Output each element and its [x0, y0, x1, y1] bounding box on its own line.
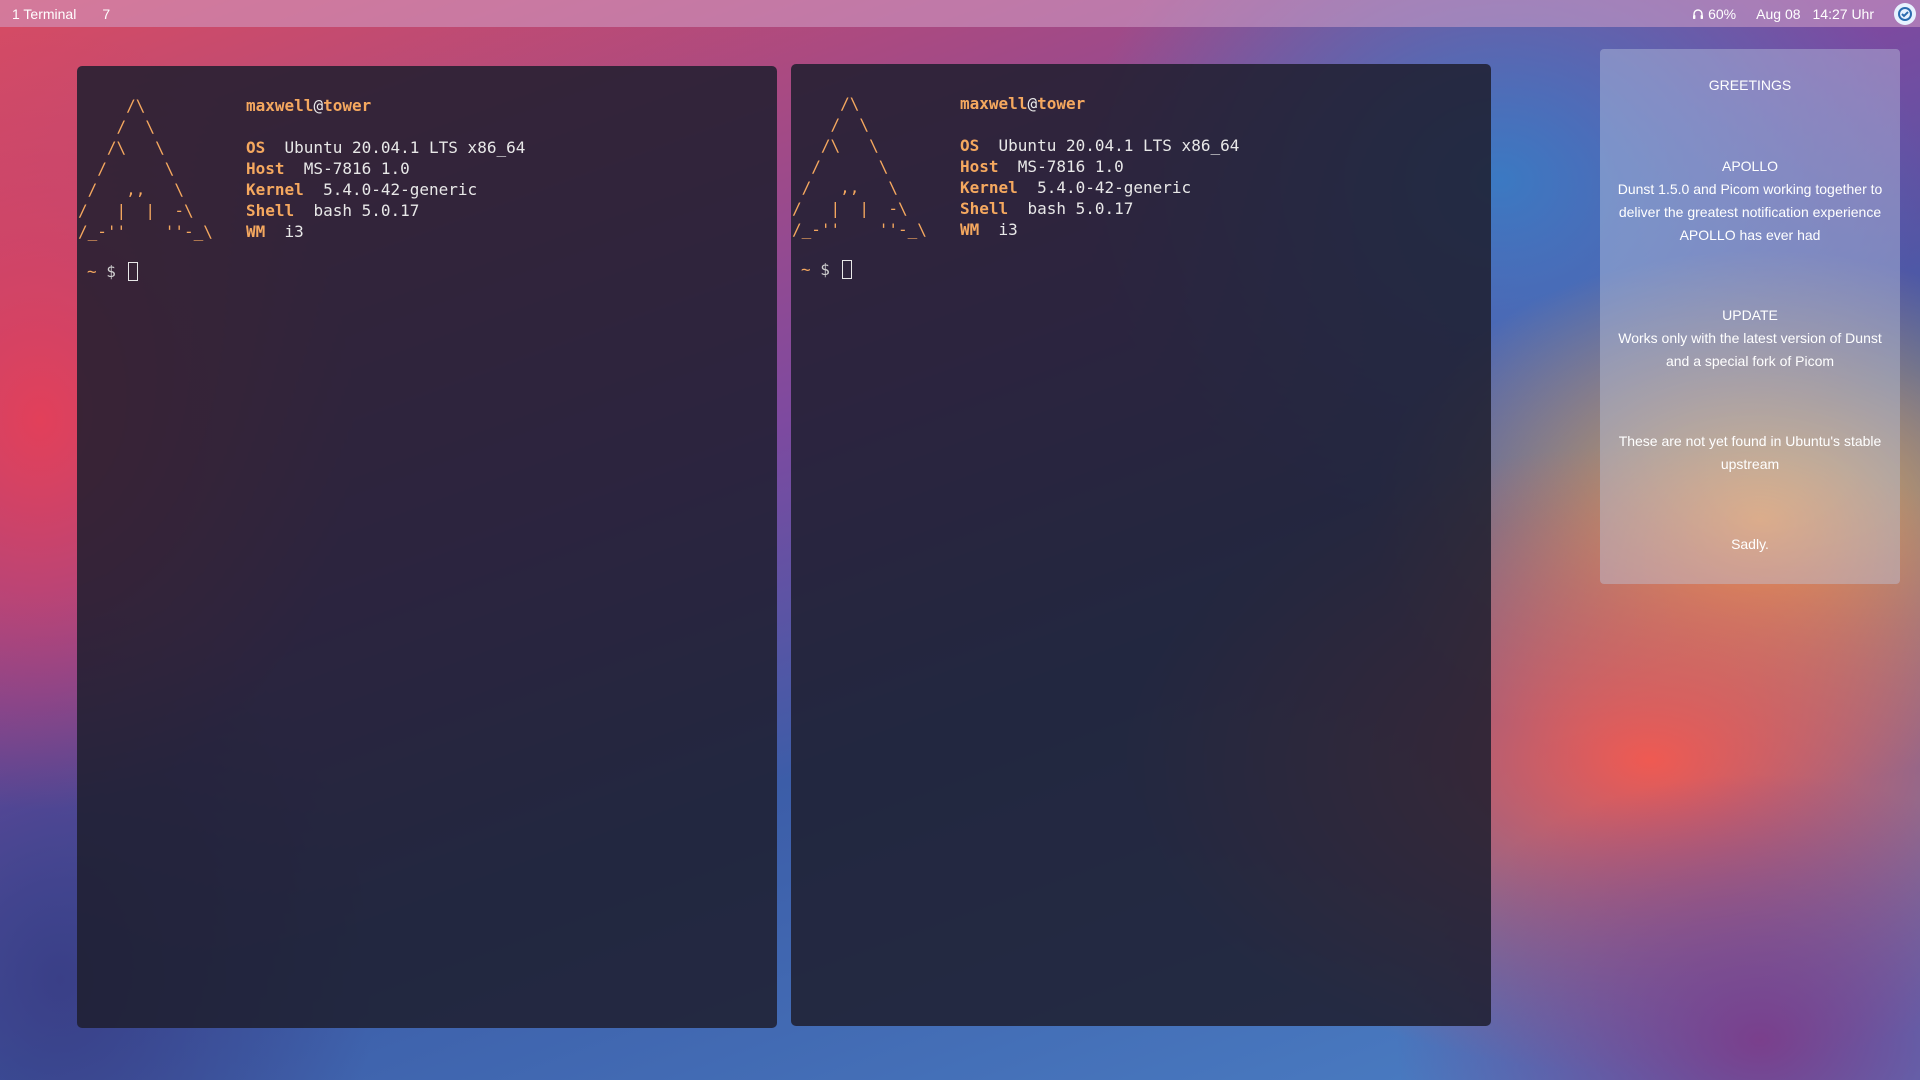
- info-key: Kernel: [960, 178, 1018, 197]
- info-value: MS-7816 1.0: [303, 159, 410, 178]
- user-host: maxwell@tower: [960, 93, 1239, 114]
- workspace-7[interactable]: 7: [88, 0, 122, 27]
- prompt-dir: ~: [801, 260, 811, 279]
- notification-upstream[interactable]: These are not yet found in Ubuntu's stab…: [1600, 430, 1900, 476]
- info-host: Host MS-7816 1.0: [960, 156, 1239, 177]
- notification-body: Works only with the latest version of Du…: [1618, 330, 1882, 369]
- top-bar: 1 Terminal 7 60% Aug 08 14:27 Uhr: [0, 0, 1920, 27]
- info-value: i3: [998, 220, 1018, 239]
- info-key: OS: [246, 138, 266, 157]
- terminal-window-left[interactable]: /\ / \ /\ \ / \ / ,, \ / | | -\ /_-'' ''…: [77, 66, 777, 1028]
- prompt-symbol: $: [820, 260, 830, 279]
- info-value: Ubuntu 20.04.1 LTS x86_64: [998, 136, 1240, 155]
- info-key: WM: [960, 220, 980, 239]
- info-shell: Shell bash 5.0.17: [246, 200, 525, 221]
- terminal-window-right[interactable]: /\ / \ /\ \ / \ / ,, \ / | | -\ /_-'' ''…: [791, 64, 1491, 1026]
- notification-apollo[interactable]: APOLLO Dunst 1.5.0 and Picom working tog…: [1600, 155, 1900, 247]
- username: maxwell: [960, 94, 1028, 113]
- notification-update[interactable]: UPDATE Works only with the latest versio…: [1600, 304, 1900, 373]
- info-value: bash 5.0.17: [313, 201, 420, 220]
- notification-body: Sadly.: [1731, 536, 1769, 552]
- notification-title: UPDATE: [1722, 307, 1778, 323]
- info-key: OS: [960, 136, 980, 155]
- info-wm: WM i3: [960, 219, 1239, 240]
- info-kernel: Kernel 5.4.0-42-generic: [960, 177, 1239, 198]
- notification-body: Dunst 1.5.0 and Picom working together t…: [1617, 181, 1883, 243]
- hostname: tower: [323, 96, 372, 115]
- at-sign: @: [1027, 94, 1038, 113]
- headphones-icon: [1693, 8, 1704, 19]
- info-os: OS Ubuntu 20.04.1 LTS x86_64: [246, 137, 525, 158]
- username: maxwell: [246, 96, 314, 115]
- workspace-1[interactable]: 1 Terminal: [0, 0, 88, 27]
- info-value: 5.4.0-42-generic: [1037, 178, 1192, 197]
- text-cursor: [127, 262, 138, 281]
- neofetch-info: maxwell@tower OS Ubuntu 20.04.1 LTS x86_…: [960, 93, 1239, 240]
- info-key: Shell: [960, 199, 1009, 218]
- hostname: tower: [1037, 94, 1086, 113]
- volume-indicator[interactable]: 60%: [1692, 6, 1736, 22]
- info-key: Host: [960, 157, 999, 176]
- at-sign: @: [313, 96, 324, 115]
- info-shell: Shell bash 5.0.17: [960, 198, 1239, 219]
- notification-sadly[interactable]: Sadly.: [1600, 533, 1900, 556]
- prompt-dir: ~: [87, 262, 97, 281]
- info-value: bash 5.0.17: [1027, 199, 1134, 218]
- notification-greeting: GREETINGS: [1600, 74, 1900, 97]
- shell-prompt[interactable]: ~ $: [87, 262, 138, 281]
- info-value: Ubuntu 20.04.1 LTS x86_64: [284, 138, 526, 157]
- info-key: Kernel: [246, 180, 304, 199]
- volume-level: 60%: [1708, 5, 1737, 22]
- workspace-1-label: 1 Terminal: [12, 5, 77, 22]
- ubuntu-ascii-logo: /\ / \ /\ \ / \ / ,, \ / | | -\ /_-'' ''…: [78, 96, 213, 241]
- info-key: Host: [246, 159, 285, 178]
- info-value: i3: [284, 222, 304, 241]
- neofetch-info: maxwell@tower OS Ubuntu 20.04.1 LTS x86_…: [246, 95, 525, 242]
- info-value: 5.4.0-42-generic: [323, 180, 478, 199]
- ubuntu-ascii-logo: /\ / \ /\ \ / \ / ,, \ / | | -\ /_-'' ''…: [792, 94, 927, 239]
- status-area: 60% Aug 08 14:27 Uhr: [1692, 0, 1920, 27]
- notification-body: These are not yet found in Ubuntu's stab…: [1618, 433, 1882, 472]
- info-host: Host MS-7816 1.0: [246, 158, 525, 179]
- greeting-title: GREETINGS: [1708, 77, 1792, 93]
- info-os: OS Ubuntu 20.04.1 LTS x86_64: [960, 135, 1239, 156]
- info-key: Shell: [246, 201, 295, 220]
- clock: 14:27 Uhr: [1812, 5, 1874, 22]
- date-display: Aug 08: [1756, 5, 1801, 22]
- user-host: maxwell@tower: [246, 95, 525, 116]
- shell-prompt[interactable]: ~ $: [801, 260, 852, 279]
- workspace-7-label: 7: [102, 5, 111, 22]
- text-cursor: [841, 260, 852, 279]
- tray-glyph-icon: [1898, 6, 1912, 21]
- info-value: MS-7816 1.0: [1017, 157, 1124, 176]
- notification-panel[interactable]: GREETINGS APOLLO Dunst 1.5.0 and Picom w…: [1600, 49, 1900, 584]
- info-key: WM: [246, 222, 266, 241]
- info-kernel: Kernel 5.4.0-42-generic: [246, 179, 525, 200]
- notification-title: APOLLO: [1721, 158, 1779, 174]
- prompt-symbol: $: [106, 262, 116, 281]
- tray-app-icon[interactable]: [1894, 2, 1916, 25]
- info-wm: WM i3: [246, 221, 525, 242]
